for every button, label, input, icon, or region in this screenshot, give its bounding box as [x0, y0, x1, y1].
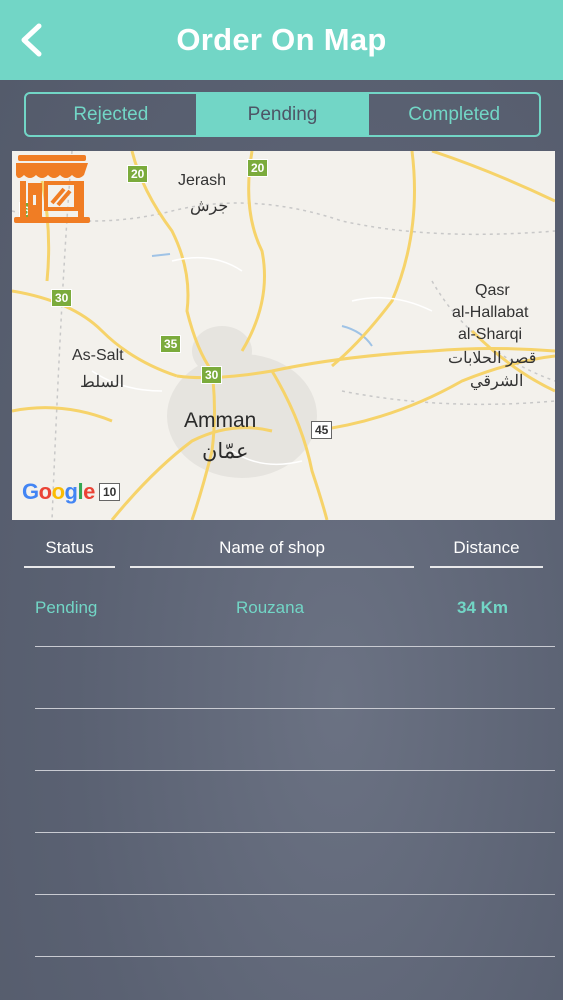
road-badge-10: 10 [99, 483, 121, 501]
map-label-jerash-ar: جرش [190, 198, 229, 215]
page-title: Order On Map [176, 22, 387, 57]
column-header-name: Name of shop [130, 538, 414, 568]
map-label-amman-ar: عمّان [202, 440, 249, 463]
table-row-empty [35, 894, 555, 957]
map-label-qasr-2: al-Hallabat [452, 304, 529, 321]
tab-pending[interactable]: Pending [195, 94, 368, 135]
road-badge-30a: 30 [51, 289, 73, 307]
table-row-empty [35, 708, 555, 771]
table-row-empty [35, 646, 555, 709]
map-label-qasr-3: al-Sharqi [458, 326, 523, 343]
map-label-salt: As-Salt [72, 347, 124, 364]
column-header-distance: Distance [430, 538, 543, 568]
back-chevron-icon[interactable] [14, 20, 54, 60]
table-row-empty [35, 770, 555, 833]
column-header-status: Status [24, 538, 115, 568]
status-tabs: Rejected Pending Completed [24, 92, 541, 137]
row-shop-name: Rouzana [236, 598, 305, 617]
road-badge-30b: 30 [201, 366, 223, 384]
road-badge-20a: 20 [127, 165, 149, 183]
row-distance: 34 Km [457, 598, 509, 617]
map-label-qasr-ar2: الشرقي [470, 373, 524, 390]
storefront-icon[interactable] [12, 151, 92, 227]
road-badge-45: 45 [311, 421, 333, 439]
road-badge-35: 35 [160, 335, 182, 353]
table-row[interactable]: Pending Rouzana 34 Km [35, 584, 555, 647]
map-label-jerash: Jerash [178, 172, 227, 189]
map-label-salt-ar: السلط [80, 374, 125, 391]
row-status: Pending [35, 598, 98, 617]
tab-rejected[interactable]: Rejected [26, 94, 196, 135]
table-row-empty [35, 832, 555, 895]
map-label-qasr-1: Qasr [475, 282, 510, 299]
map-label-qasr-ar1: قصر الحلابات [448, 350, 537, 367]
tab-completed[interactable]: Completed [367, 94, 539, 135]
map-label-amman: Amman [184, 409, 257, 432]
header-bar: Order On Map [0, 0, 563, 80]
google-logo: Google [22, 479, 95, 504]
road-badge-20b: 20 [247, 159, 269, 177]
map-view[interactable]: Jerash جرش As-Salt السلط Amman عمّان Qas… [12, 151, 555, 520]
